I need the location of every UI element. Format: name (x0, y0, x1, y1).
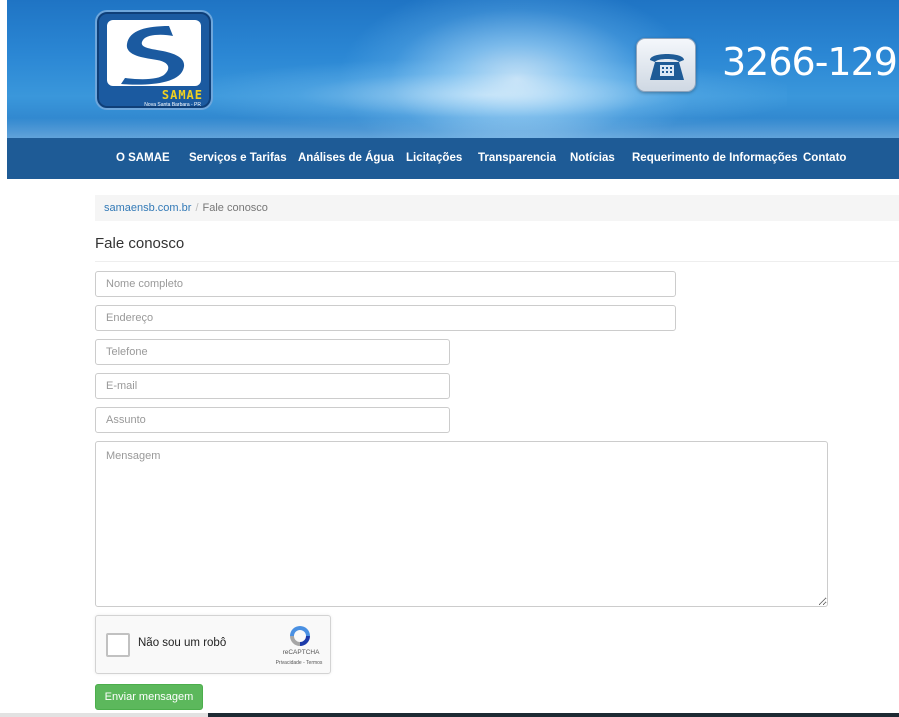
recaptcha-checkbox[interactable] (106, 633, 130, 657)
page-title: Fale conosco (95, 235, 185, 252)
assunto-input[interactable] (95, 407, 450, 433)
recaptcha-icon (290, 626, 310, 646)
nav-item-licitacoes[interactable]: Licitações (406, 138, 462, 179)
recaptcha-label: Não sou um robô (138, 637, 227, 649)
samae-logo[interactable]: SAMAE Nova Santa Barbara - PR (95, 10, 213, 110)
nav-item-analises-agua[interactable]: Análises de Água (298, 138, 394, 179)
recaptcha-links[interactable]: Privacidade - Termos (268, 660, 330, 666)
nav-item-noticias[interactable]: Notícias (570, 138, 615, 179)
footer-edge-dark (208, 713, 899, 717)
nome-completo-input[interactable] (95, 271, 676, 297)
enviar-mensagem-button[interactable]: Enviar mensagem (95, 684, 203, 710)
breadcrumb-separator: / (195, 202, 199, 214)
recaptcha-brand: reCAPTCHA (282, 649, 320, 656)
nav-item-transparencia[interactable]: Transparencia (478, 138, 556, 179)
email-input[interactable] (95, 373, 450, 399)
recaptcha-widget: Não sou um robô reCAPTCHA Privacidade - … (95, 615, 331, 674)
main-navbar: O SAMAE Serviços e Tarifas Análises de Á… (7, 138, 899, 179)
mensagem-textarea[interactable] (95, 441, 828, 607)
nav-item-o-samae[interactable]: O SAMAE (116, 138, 170, 179)
breadcrumb-current: Fale conosco (202, 202, 268, 214)
phone-number: 3266-1295 (722, 40, 899, 84)
waterline-graphic (7, 118, 899, 138)
samae-s-icon (121, 26, 185, 85)
nav-item-requerimento[interactable]: Requerimento de Informações (632, 138, 798, 179)
breadcrumb-home-link[interactable]: samaensb.com.br (104, 202, 191, 214)
nav-item-contato[interactable]: Contato (803, 138, 846, 179)
logo-subtext: Nova Santa Barbara - PR (144, 102, 201, 108)
logo-text: SAMAE (161, 88, 203, 102)
title-divider (95, 261, 899, 262)
telefone-input[interactable] (95, 339, 450, 365)
footer-edge-light (0, 713, 208, 717)
breadcrumb: samaensb.com.br / Fale conosco (95, 195, 899, 221)
nav-item-servicos-tarifas[interactable]: Serviços e Tarifas (189, 138, 287, 179)
telephone-icon (636, 38, 696, 92)
endereco-input[interactable] (95, 305, 676, 331)
